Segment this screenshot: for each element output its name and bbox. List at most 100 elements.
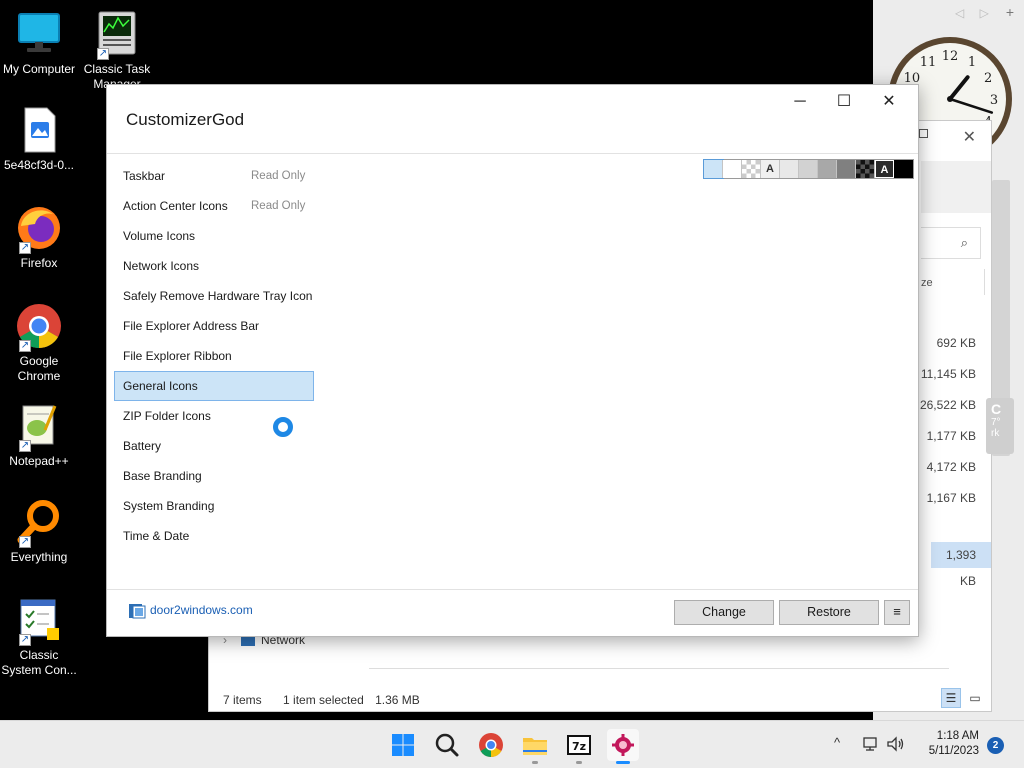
taskbar-clock[interactable]: 1:18 AM 5/11/2023 bbox=[915, 729, 979, 759]
desktop-icon-classic-system-config[interactable]: ↗ Classic System Con... bbox=[0, 596, 78, 678]
desktop-icon-label: 5e48cf3d-0... bbox=[3, 158, 75, 172]
large-icons-view-icon[interactable]: ▭ bbox=[965, 689, 985, 709]
search-button[interactable] bbox=[431, 729, 463, 761]
file-size: 692 KB bbox=[936, 336, 976, 350]
desktop-icon-image-file[interactable]: 5e48cf3d-0... bbox=[0, 106, 78, 173]
explorer-restore-button[interactable] bbox=[919, 129, 928, 138]
door2windows-link[interactable]: door2windows.com bbox=[128, 602, 253, 620]
file-size-selected[interactable]: 1,393 KB bbox=[931, 542, 991, 588]
active-indicator bbox=[616, 761, 630, 764]
category-item[interactable]: Network Icons bbox=[114, 251, 314, 281]
7zip-icon: 7z bbox=[567, 735, 591, 755]
desktop-icon-my-computer[interactable]: My Computer bbox=[0, 10, 78, 77]
minimize-button[interactable]: ─ bbox=[777, 89, 823, 115]
volume-icon[interactable] bbox=[886, 735, 906, 756]
read-only-note: Read Only bbox=[251, 200, 306, 212]
network-icon[interactable] bbox=[862, 735, 880, 756]
taskbar: 7z ^ 1:18 AM 5/11/2023 2 bbox=[0, 720, 1024, 768]
desktop-icon-everything[interactable]: ↗ Everything bbox=[0, 498, 78, 565]
category-item[interactable]: File Explorer Address Bar bbox=[114, 311, 314, 341]
restore-button[interactable]: Restore bbox=[779, 600, 879, 625]
clock-number: 3 bbox=[990, 93, 998, 108]
color-swatch[interactable] bbox=[723, 160, 742, 178]
notification-badge[interactable]: 2 bbox=[987, 737, 1004, 754]
desktop-icon-classic-task-manager[interactable]: ↗ Classic Task Manager bbox=[78, 10, 156, 92]
category-item[interactable]: System Branding bbox=[114, 491, 314, 521]
weather-gadget[interactable]: C 7° rk bbox=[986, 398, 1014, 454]
change-button[interactable]: Change bbox=[674, 600, 774, 625]
details-view-icon[interactable]: ☰ bbox=[941, 688, 961, 708]
status-item-count: 7 items bbox=[223, 693, 262, 707]
gadget-nav-arrows[interactable]: ◁ ▷ bbox=[955, 6, 995, 20]
add-gadget-button[interactable]: + bbox=[1002, 5, 1018, 21]
view-toggle: ☰ ▭ bbox=[937, 688, 985, 709]
shortcut-arrow-icon: ↗ bbox=[19, 340, 31, 352]
running-indicator bbox=[576, 761, 582, 764]
svg-text:7z: 7z bbox=[572, 740, 586, 753]
color-swatch[interactable] bbox=[837, 160, 856, 178]
desktop-icon-label: Everything bbox=[10, 550, 68, 564]
taskbar-file-explorer[interactable] bbox=[519, 729, 551, 761]
door2windows-logo-icon bbox=[128, 602, 146, 620]
search-icon bbox=[435, 733, 459, 757]
folder-icon bbox=[523, 738, 547, 755]
desktop-icon-label: Firefox bbox=[20, 256, 58, 270]
clock-number: 2 bbox=[984, 71, 992, 86]
size-column-header[interactable]: ze bbox=[921, 277, 933, 289]
notepad-plus-plus-icon: ↗ bbox=[15, 402, 63, 452]
column-divider bbox=[984, 269, 985, 295]
color-swatch[interactable]: A bbox=[875, 160, 894, 178]
desktop-icon-label: Google Chrome bbox=[17, 354, 61, 383]
close-button[interactable]: ✕ bbox=[866, 89, 912, 115]
color-swatch[interactable] bbox=[780, 160, 799, 178]
options-menu-button[interactable]: ≡ bbox=[884, 600, 910, 625]
color-swatch[interactable] bbox=[742, 160, 761, 178]
desktop-icon-google-chrome[interactable]: ↗ Google Chrome bbox=[0, 302, 78, 384]
category-list: Taskbar Read Only Action Center Icons Read… bbox=[114, 161, 314, 551]
file-size: 11,145 KB bbox=[920, 367, 976, 381]
category-item[interactable]: Action Center Icons Read Only bbox=[114, 191, 314, 221]
maximize-button[interactable]: ☐ bbox=[821, 89, 867, 115]
category-item[interactable]: Safely Remove Hardware Tray Icon bbox=[114, 281, 314, 311]
shortcut-arrow-icon: ↗ bbox=[97, 48, 109, 60]
taskbar-7zip[interactable]: 7z bbox=[563, 729, 595, 761]
file-size: 1,167 KB bbox=[926, 491, 976, 505]
color-swatch[interactable] bbox=[703, 159, 724, 179]
category-item-selected[interactable]: General Icons bbox=[114, 371, 314, 401]
desktop-icon-label: My Computer bbox=[2, 62, 76, 76]
clock-number: 11 bbox=[920, 55, 937, 70]
desktop-icon-firefox[interactable]: ↗ Firefox bbox=[0, 204, 78, 271]
footer-divider bbox=[107, 589, 918, 590]
customizergod-window: CustomizerGod ─ ☐ ✕ Taskbar Read Only Act… bbox=[106, 84, 919, 637]
color-swatch[interactable] bbox=[856, 160, 875, 178]
explorer-divider bbox=[369, 668, 949, 669]
window-title: CustomizerGod bbox=[126, 110, 245, 129]
category-item[interactable]: Time & Date bbox=[114, 521, 314, 551]
desktop-icon-label: Classic System Con... bbox=[1, 648, 77, 677]
color-swatch[interactable] bbox=[799, 160, 818, 178]
read-only-note: Read Only bbox=[251, 170, 306, 182]
taskbar-chrome[interactable] bbox=[475, 729, 507, 761]
taskbar-customizergod[interactable] bbox=[607, 729, 639, 761]
desktop-icon-label: Notepad++ bbox=[9, 454, 69, 468]
clock-number: 12 bbox=[942, 49, 959, 64]
explorer-search-box[interactable]: ⌕ bbox=[921, 227, 981, 259]
color-swatch[interactable]: A bbox=[761, 160, 780, 178]
explorer-close-button[interactable]: ✕ bbox=[963, 127, 976, 147]
chevron-up-icon[interactable]: ^ bbox=[834, 735, 840, 750]
category-item[interactable]: Taskbar Read Only bbox=[114, 161, 314, 191]
shortcut-arrow-icon: ↗ bbox=[19, 242, 31, 254]
color-swatch[interactable] bbox=[818, 160, 837, 178]
category-item[interactable]: Base Branding bbox=[114, 461, 314, 491]
color-swatch[interactable] bbox=[894, 160, 913, 178]
category-item[interactable]: Volume Icons bbox=[114, 221, 314, 251]
shortcut-arrow-icon: ↗ bbox=[19, 634, 31, 646]
background-color-picker: AA bbox=[703, 159, 914, 179]
desktop-icon-notepad-plus-plus[interactable]: ↗ Notepad++ bbox=[0, 402, 78, 469]
start-button[interactable] bbox=[387, 729, 419, 761]
chrome-icon: ↗ bbox=[15, 302, 63, 352]
clock-number: 1 bbox=[968, 55, 976, 70]
category-item[interactable]: File Explorer Ribbon bbox=[114, 341, 314, 371]
system-config-icon: ↗ bbox=[15, 596, 63, 646]
explorer-status-bar: 7 items 1 item selected 1.36 MB bbox=[223, 693, 438, 707]
